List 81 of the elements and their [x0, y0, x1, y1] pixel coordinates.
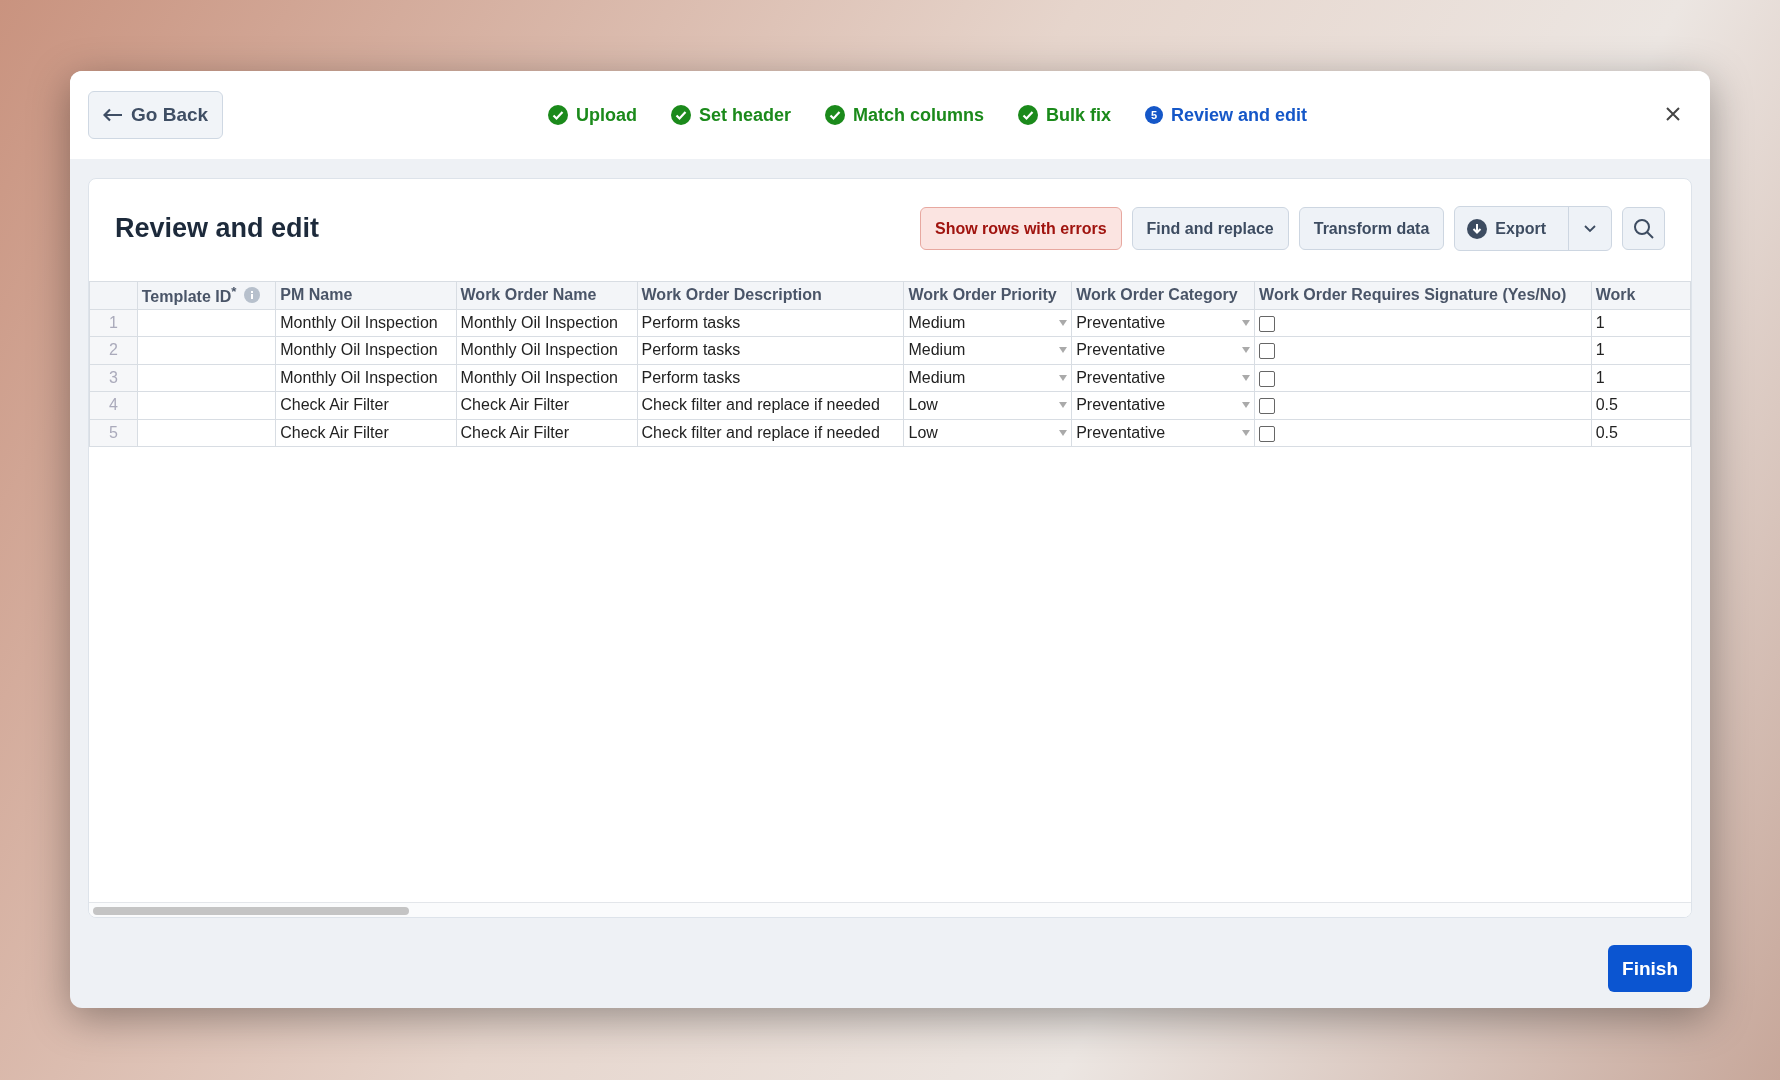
search-button[interactable] — [1622, 207, 1665, 250]
dropdown-caret-icon — [1242, 374, 1251, 381]
table-cell: Monthly Oil Inspection — [456, 336, 638, 364]
check-circle-icon — [1018, 105, 1039, 125]
column-header: PM Name — [280, 286, 353, 305]
table-cell: 1 — [1591, 309, 1691, 337]
dropdown-caret-icon — [1059, 402, 1068, 409]
table-cell[interactable]: Low — [904, 391, 1072, 419]
table-cell: Check Air Filter — [456, 391, 638, 419]
column-header: Work Order Description — [641, 286, 822, 305]
table-cell: 1 — [1591, 336, 1691, 364]
step-label: Upload — [575, 104, 637, 126]
table-cell: Perform tasks — [637, 336, 904, 364]
column-header: Work Order Category — [1076, 286, 1238, 305]
horizontal-scrollbar[interactable] — [93, 907, 409, 915]
column-header: Template ID$^{*}$ — [141, 284, 237, 307]
checkbox[interactable] — [1259, 343, 1276, 359]
row-number: 3 — [89, 364, 138, 392]
search-icon — [1631, 216, 1656, 241]
table-cell: Monthly Oil Inspection — [275, 336, 457, 364]
table-cell: Monthly Oil Inspection — [275, 364, 457, 392]
table-cell: Check Air Filter — [275, 391, 457, 419]
dropdown-caret-icon — [1242, 347, 1251, 354]
table-cell[interactable]: Preventative — [1071, 419, 1255, 447]
column-header: Work — [1595, 286, 1636, 305]
info-icon — [244, 287, 261, 304]
step-label: Match columns — [853, 104, 985, 126]
checkbox[interactable] — [1259, 398, 1276, 414]
dropdown-caret-icon — [1059, 347, 1068, 354]
table-cell[interactable]: Preventative — [1071, 336, 1255, 364]
table-cell: Perform tasks — [637, 309, 904, 337]
checkbox[interactable] — [1259, 315, 1276, 332]
checkbox[interactable] — [1259, 425, 1276, 442]
checkbox[interactable] — [1259, 370, 1276, 387]
row-number: 5 — [89, 419, 138, 447]
toolbar-button[interactable]: Find and replace — [1131, 207, 1289, 250]
dropdown-caret-icon — [1059, 429, 1068, 436]
dropdown-caret-icon — [1059, 374, 1068, 381]
table-cell: Check Air Filter — [456, 419, 638, 447]
table-cell[interactable]: Medium — [904, 336, 1072, 364]
go-back-button[interactable]: Go Back — [88, 91, 224, 139]
column-header: Work Order Requires Signature (Yes/No) — [1259, 286, 1567, 305]
table-cell: Check Air Filter — [275, 419, 457, 447]
row-number: 2 — [89, 336, 138, 364]
row-number: 1 — [89, 309, 138, 337]
step-label: Set header — [698, 104, 791, 126]
table-cell: Monthly Oil Inspection — [456, 309, 638, 337]
chevron-down-icon — [1583, 223, 1597, 234]
table-cell: Monthly Oil Inspection — [275, 309, 457, 337]
dropdown-caret-icon — [1242, 429, 1251, 436]
row-number: 4 — [89, 391, 138, 419]
table-cell: 0.5 — [1591, 419, 1691, 447]
column-header: Work Order Name — [460, 286, 597, 305]
table-cell: Check filter and replace if needed — [637, 391, 904, 419]
table-cell: Monthly Oil Inspection — [456, 364, 638, 392]
arrow-left-icon — [103, 108, 123, 122]
check-circle-icon — [670, 105, 691, 125]
dropdown-caret-icon — [1242, 319, 1251, 326]
page-title: Review and edit — [115, 213, 320, 244]
download-icon — [1467, 218, 1488, 239]
toolbar-button[interactable]: Transform data — [1298, 207, 1445, 250]
table-cell[interactable]: Low — [904, 419, 1072, 447]
table-cell[interactable]: Medium — [904, 364, 1072, 392]
finish-button[interactable]: Finish — [1608, 945, 1692, 992]
dropdown-caret-icon — [1242, 402, 1251, 409]
table-cell[interactable]: Preventative — [1071, 364, 1255, 392]
step-number: 5 — [1145, 106, 1164, 124]
table-cell: Perform tasks — [637, 364, 904, 392]
table-cell[interactable]: Preventative — [1071, 391, 1255, 419]
check-circle-icon — [825, 105, 845, 125]
dropdown-caret-icon — [1059, 319, 1068, 326]
table-cell[interactable]: Medium — [904, 309, 1072, 337]
table-cell: 1 — [1591, 364, 1691, 392]
step-label: Bulk fix — [1046, 104, 1112, 126]
check-circle-icon — [547, 105, 568, 125]
column-header: Work Order Priority — [908, 286, 1057, 305]
table-cell[interactable]: Preventative — [1071, 309, 1255, 337]
show-errors-button[interactable]: Show rows with errors — [920, 207, 1122, 250]
table-cell: 0.5 — [1591, 391, 1691, 419]
step-label: Review and edit — [1171, 104, 1308, 126]
table-cell: Check filter and replace if needed — [637, 419, 904, 447]
